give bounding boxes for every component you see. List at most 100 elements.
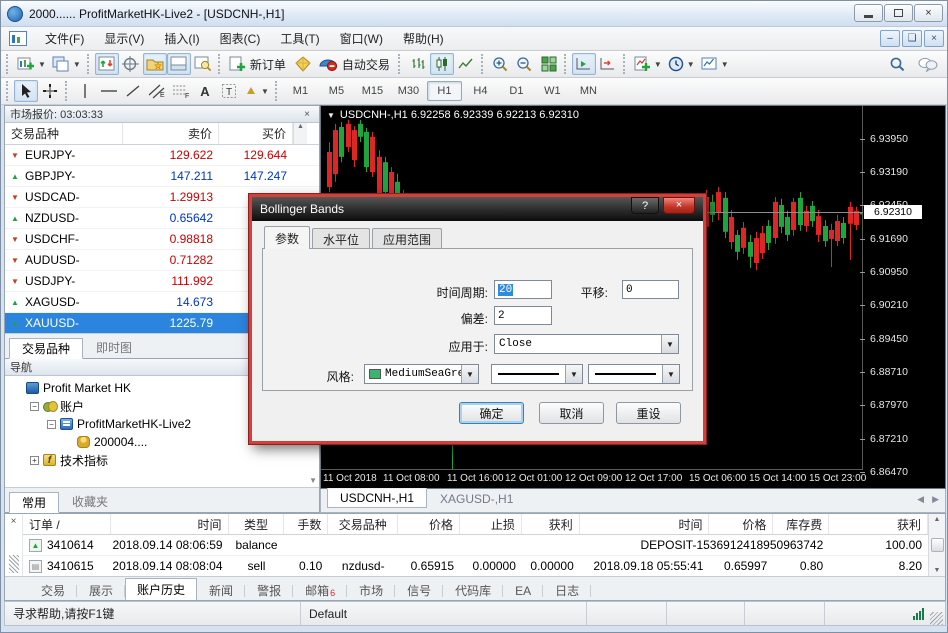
restore-button[interactable]	[884, 4, 913, 22]
chat-button[interactable]	[915, 53, 941, 75]
terminal-column-header[interactable]: 手数	[284, 514, 328, 534]
menu-item[interactable]: 图表(C)	[210, 27, 271, 50]
terminal-tab-5[interactable]: 警报	[245, 580, 293, 600]
periods-button[interactable]: ▼	[665, 53, 698, 75]
toolbar-grip[interactable]	[481, 54, 486, 74]
autotrading-button[interactable]: 自动交易	[315, 53, 395, 75]
style-color-select[interactable]: MediumSeaGre ▼	[364, 364, 479, 384]
toolbar-grip[interactable]	[6, 54, 11, 74]
chevron-down-icon[interactable]: ▼	[661, 335, 678, 353]
line-width-select[interactable]: ▼	[588, 364, 680, 384]
candlestick-button[interactable]	[430, 53, 454, 75]
terminal-tab-7[interactable]: 市场	[347, 580, 395, 600]
timeframe-m15[interactable]: M15	[355, 81, 390, 101]
timeframe-m1[interactable]: M1	[283, 81, 318, 101]
toolbar-grip[interactable]	[218, 54, 223, 74]
market-watch-row[interactable]: ▲GBPJPY-147.211147.247	[5, 166, 319, 187]
resize-grip[interactable]	[930, 612, 943, 625]
tile-windows-button[interactable]	[537, 53, 561, 75]
menu-item[interactable]: 插入(I)	[154, 27, 209, 50]
toolbar-grip[interactable]	[275, 81, 280, 101]
expander-minus-icon[interactable]: −	[47, 420, 56, 429]
horizontal-line-button[interactable]	[97, 80, 121, 102]
cursor-button[interactable]	[14, 80, 38, 102]
search-button[interactable]	[885, 53, 909, 75]
menu-item[interactable]: 帮助(H)	[393, 27, 454, 50]
toolbar-grip[interactable]	[87, 54, 92, 74]
toolbar-grip[interactable]	[65, 81, 70, 101]
menu-item[interactable]: 工具(T)	[270, 27, 329, 50]
market-watch-tab-2[interactable]: 即时图	[83, 337, 145, 358]
scroll-down-icon[interactable]: ▼	[934, 567, 941, 574]
scroll-up-icon[interactable]: ▲	[934, 516, 941, 523]
new-order-button[interactable]: 新订单	[226, 53, 291, 75]
market-watch-toggle[interactable]	[95, 53, 119, 75]
menu-item[interactable]: 窗口(W)	[330, 27, 393, 50]
terminal-toggle[interactable]	[167, 53, 191, 75]
terminal-scrollbar[interactable]: ▲ ▼	[928, 514, 945, 576]
terminal-tab-3[interactable]: 账户历史	[125, 578, 197, 600]
cancel-button[interactable]: 取消	[539, 402, 604, 424]
close-button[interactable]: ×	[914, 4, 943, 22]
navigator-tab-1[interactable]: 常用	[9, 492, 59, 513]
menu-item[interactable]: 显示(V)	[94, 27, 154, 50]
crosshair-button[interactable]	[38, 80, 62, 102]
text-label-button[interactable]: T	[217, 80, 241, 102]
close-icon[interactable]: ×	[300, 109, 314, 120]
nav-item[interactable]: +f技术指标	[5, 451, 319, 469]
strategy-tester-button[interactable]	[191, 53, 215, 75]
timeframe-h1[interactable]: H1	[427, 81, 462, 101]
metaeditor-button[interactable]	[291, 53, 315, 75]
history-row[interactable]: ▲34106142018.09.14 08:06:59balanceDEPOSI…	[23, 535, 928, 556]
close-icon[interactable]: ×	[11, 516, 17, 527]
timeframe-mn[interactable]: MN	[571, 81, 606, 101]
fibonacci-button[interactable]: F	[169, 80, 193, 102]
zoom-in-button[interactable]	[489, 53, 513, 75]
toolbar-grip[interactable]	[564, 54, 569, 74]
toolbar-grip[interactable]	[6, 81, 11, 101]
terminal-column-header[interactable]: 价格	[398, 514, 460, 534]
chart-tab[interactable]: USDCNH-,H1	[327, 488, 427, 508]
dialog-help-button[interactable]: ?	[631, 197, 659, 214]
price-axis[interactable]: 6.939506.931906.924506.916906.909506.902…	[862, 106, 945, 469]
text-button[interactable]: A	[193, 80, 217, 102]
chevron-down-icon[interactable]: ▼	[461, 365, 478, 383]
shift-input[interactable]: 0	[622, 280, 679, 299]
terminal-tab-6[interactable]: 邮箱6	[293, 580, 347, 600]
line-style-select[interactable]: ▼	[491, 364, 583, 384]
dialog-titlebar[interactable]: Bollinger Bands ? ×	[252, 197, 703, 221]
chevron-down-icon[interactable]: ▼	[662, 365, 679, 383]
chart-tab-left-icon[interactable]: ◀	[917, 494, 924, 505]
terminal-tab-4[interactable]: 新闻	[197, 580, 245, 600]
apply-to-select[interactable]: Close ▼	[494, 334, 679, 354]
scroll-down-icon[interactable]: ▼	[309, 476, 317, 485]
terminal-column-header[interactable]: 订单 /	[23, 514, 111, 534]
auto-scroll-toggle[interactable]	[572, 53, 596, 75]
terminal-column-header[interactable]: 止损	[460, 514, 522, 534]
column-header[interactable]: 交易品种	[5, 123, 123, 144]
terminal-column-header[interactable]: 交易品种	[328, 514, 398, 534]
trendline-button[interactable]	[121, 80, 145, 102]
navigator-tab-2[interactable]: 收藏夹	[59, 491, 121, 512]
terminal-column-header[interactable]: 获利	[829, 514, 928, 534]
terminal-column-header[interactable]: 库存费	[773, 514, 829, 534]
ok-button[interactable]: 确定	[459, 402, 524, 424]
history-row[interactable]: ▤34106152018.09.14 08:08:04sell0.10nzdus…	[23, 556, 928, 576]
chart-menu-icon[interactable]: ▼	[327, 111, 335, 120]
menu-item[interactable]: 文件(F)	[35, 27, 94, 50]
terminal-column-header[interactable]: 时间	[111, 514, 229, 534]
chart-system-icon[interactable]	[9, 31, 27, 46]
column-header[interactable]: 卖价	[123, 123, 219, 144]
line-chart-button[interactable]	[454, 53, 478, 75]
timeframe-m30[interactable]: M30	[391, 81, 426, 101]
dialog-tab-3[interactable]: 应用范围	[372, 228, 442, 249]
timeframe-w1[interactable]: W1	[535, 81, 570, 101]
arrows-tool-button[interactable]: ▼	[241, 80, 272, 102]
dialog-tab-2[interactable]: 水平位	[312, 228, 370, 249]
timeframe-d1[interactable]: D1	[499, 81, 534, 101]
profiles-button[interactable]: ▼	[49, 53, 84, 75]
scroll-up-icon[interactable]: ▲	[293, 123, 307, 144]
terminal-tab-9[interactable]: 代码库	[443, 580, 503, 600]
terminal-tab-1[interactable]: 交易	[29, 580, 77, 600]
deviation-input[interactable]: 2	[494, 306, 552, 325]
